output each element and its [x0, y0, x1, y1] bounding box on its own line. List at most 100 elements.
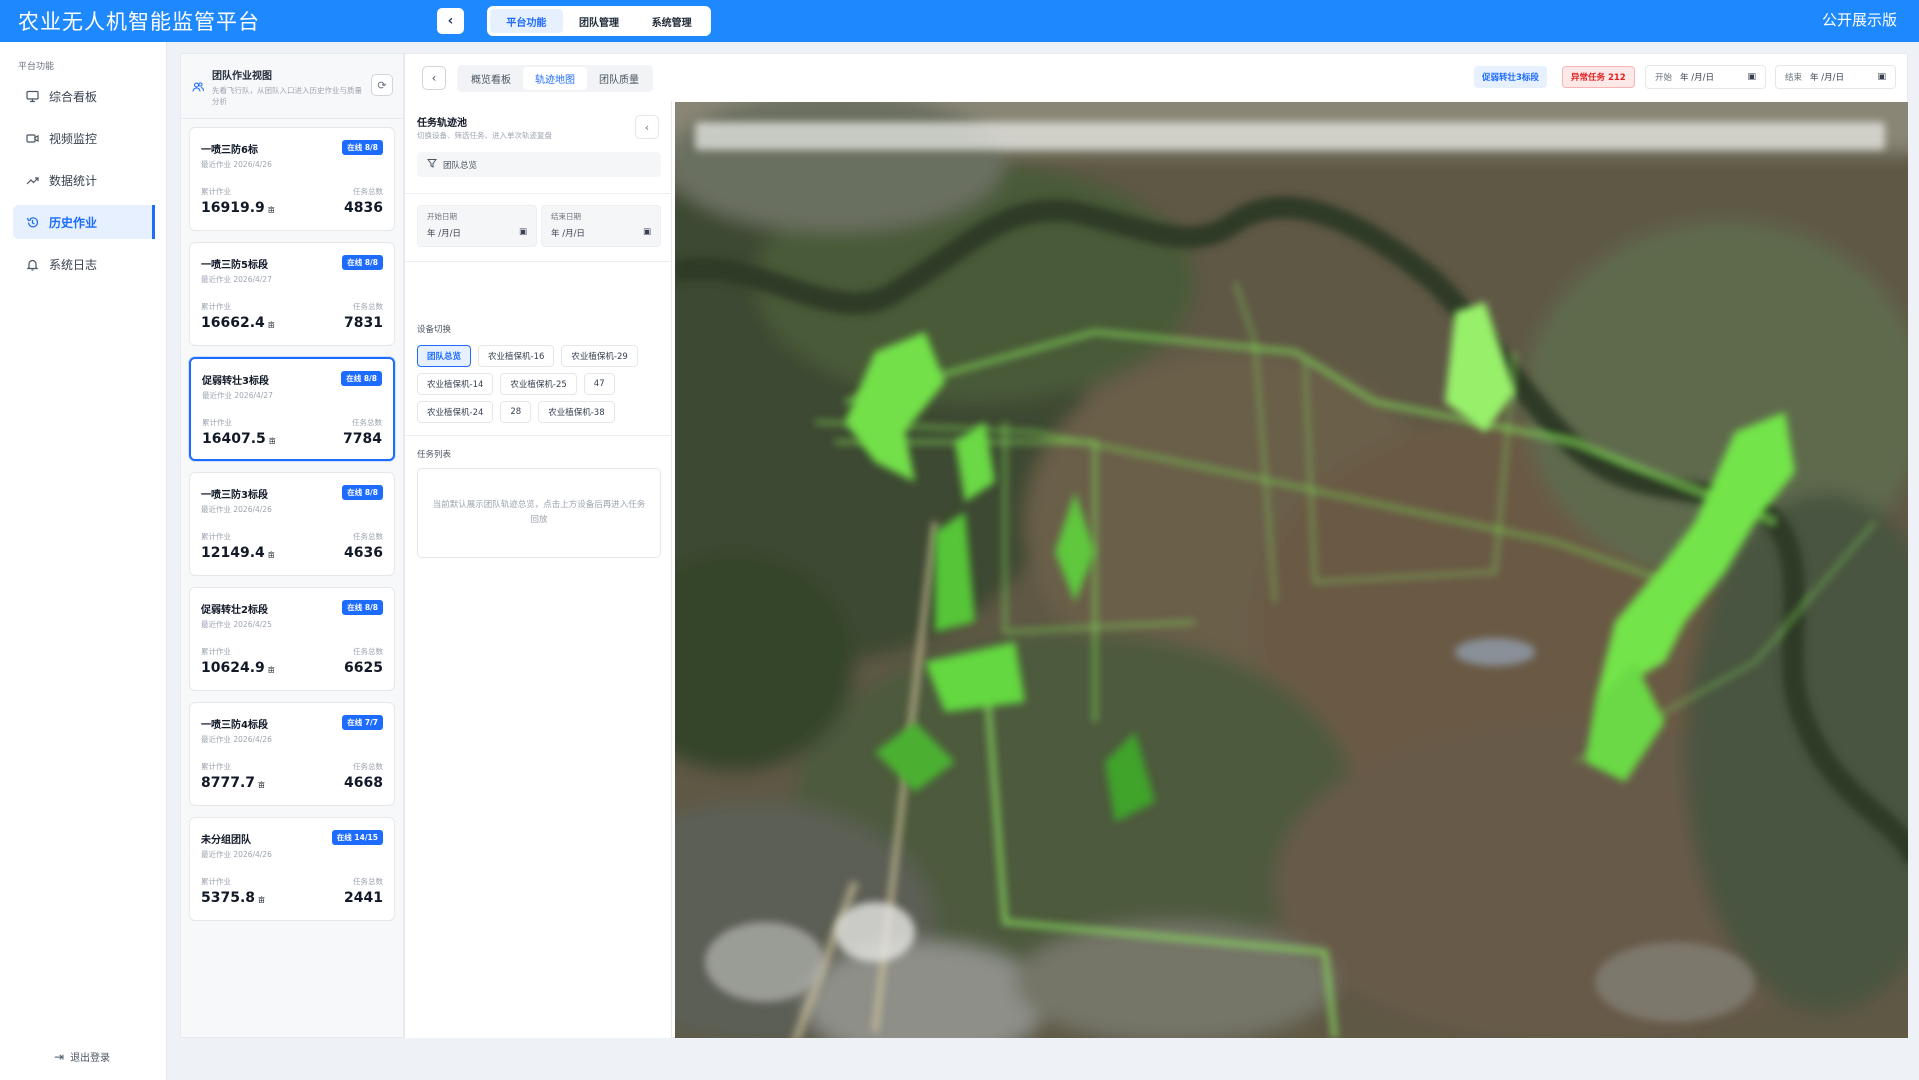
panel-back-button[interactable]: ‹	[422, 66, 446, 90]
accumulated-area-value: 8777.7	[201, 775, 256, 791]
team-card[interactable]: 一喷三防6标 最近作业 2026/4/26 在线 8/8 累计作业 任务总数 16919.…	[189, 127, 395, 231]
task-total-value: 7784	[343, 431, 382, 447]
tab-overview[interactable]: 概览看板	[459, 67, 523, 90]
track-map[interactable]	[675, 102, 1908, 1038]
sidebar-item-label: 系统日志	[49, 257, 98, 272]
team-card[interactable]: 未分组团队 最近作业 2026/4/26 在线 14/15 累计作业 任务总数 5375.…	[189, 817, 395, 921]
sidebar-item-statistics[interactable]: 数据统计	[13, 163, 155, 197]
end-date-label: 结束	[1785, 73, 1803, 83]
satellite-map-image	[675, 102, 1908, 1038]
filter-icon	[427, 158, 437, 171]
chevron-left-icon: ‹	[644, 120, 650, 134]
sidebar-item-label: 数据统计	[49, 173, 98, 188]
accumulated-area: 16407.5 亩	[202, 431, 276, 447]
online-badge: 在线 7/7	[342, 715, 383, 730]
divider	[405, 193, 672, 194]
end-date-input[interactable]: 结束 年 /月/日 ▣	[1775, 65, 1896, 89]
task-total-label: 任务总数	[353, 647, 383, 656]
device-chip[interactable]: 农业植保机-25	[500, 373, 577, 395]
device-chip[interactable]: 47	[583, 373, 615, 395]
task-total-value: 4668	[344, 775, 383, 791]
device-chip[interactable]: 团队总览	[417, 345, 472, 367]
calendar-icon: ▣	[518, 227, 527, 237]
track-pool-subtitle: 切换设备、筛选任务、进入单次轨迹复盘	[417, 131, 552, 140]
device-chip[interactable]: 农业植保机-14	[417, 373, 494, 395]
top-tab-system-management[interactable]: 系统管理	[635, 9, 708, 33]
task-total-label: 任务总数	[353, 877, 383, 886]
logout-button[interactable]: ⇥ 退出登录	[54, 1049, 111, 1065]
accumulated-area-value: 16407.5	[202, 431, 266, 447]
logout-label: 退出登录	[70, 1053, 111, 1064]
accumulated-label: 累计作业	[201, 877, 231, 886]
device-chip[interactable]: 农业植保机-29	[561, 345, 638, 367]
team-last-date: 最近作业 2026/4/27	[201, 275, 272, 284]
monitor-icon	[25, 89, 39, 103]
pool-end-date-label: 结束日期	[551, 212, 581, 221]
tab-team-quality[interactable]: 团队质量	[587, 67, 651, 90]
area-unit: 亩	[267, 206, 275, 214]
top-nav-tabs: 平台功能 团队管理 系统管理	[487, 6, 711, 36]
view-tabs: 概览看板 轨迹地图 团队质量	[457, 65, 653, 92]
task-total-value: 4636	[344, 545, 383, 561]
team-filter[interactable]: 团队总览	[417, 152, 661, 177]
header-back-button[interactable]: ‹	[437, 8, 464, 34]
collapse-pool-button[interactable]: ‹	[635, 115, 659, 139]
top-tab-team-management[interactable]: 团队管理	[563, 9, 636, 33]
logout-icon: ⇥	[54, 1049, 65, 1064]
online-badge: 在线 8/8	[342, 600, 383, 615]
team-card[interactable]: 一喷三防4标段 最近作业 2026/4/26 在线 7/7 累计作业 任务总数 8777.…	[189, 702, 395, 806]
team-card[interactable]: 一喷三防3标段 最近作业 2026/4/26 在线 8/8 累计作业 任务总数 12149…	[189, 472, 395, 576]
task-total-value: 2441	[344, 890, 383, 906]
sidebar-item-label: 综合看板	[49, 89, 98, 104]
accumulated-area-value: 12149.4	[201, 545, 265, 561]
sidebar-item-dashboard[interactable]: 综合看板	[13, 79, 155, 113]
task-list-empty-text: 当前默认展示团队轨迹总览，点击上方设备后再进入任务回放	[432, 500, 646, 525]
main-panel: ‹ 概览看板 轨迹地图 团队质量 促弱转壮3标段 异常任务 212 开始 年 /…	[404, 53, 1908, 1038]
sidebar-item-logs[interactable]: 系统日志	[13, 247, 155, 281]
task-total-label: 任务总数	[353, 187, 383, 196]
pool-start-date[interactable]: 开始日期 年 /月/日 ▣	[417, 205, 537, 247]
online-badge: 在线 8/8	[342, 140, 383, 155]
edition-label: 公开展示版	[1821, 11, 1897, 29]
refresh-button[interactable]: ⟳	[371, 74, 393, 96]
team-panel: 团队作业视图 先看飞行队，从团队入口进入历史作业与质量分析 ⟳ 一喷三防6标 最近…	[180, 53, 404, 1038]
area-unit: 亩	[258, 781, 266, 789]
device-chip[interactable]: 农业植保机-24	[417, 401, 494, 423]
team-panel-subtitle: 先看飞行队，从团队入口进入历史作业与质量分析	[212, 86, 362, 106]
top-tab-platform[interactable]: 平台功能	[490, 9, 563, 33]
top-bar: 农业无人机智能监管平台 ‹ 平台功能 团队管理 系统管理 公开展示版	[0, 0, 1919, 42]
device-chip[interactable]: 农业植保机-16	[478, 345, 555, 367]
task-total-value: 6625	[344, 660, 383, 676]
sidebar-item-video[interactable]: 视频监控	[13, 121, 155, 155]
sidebar-item-history[interactable]: 历史作业	[13, 205, 155, 239]
team-panel-header: 团队作业视图 先看飞行队，从团队入口进入历史作业与质量分析 ⟳	[181, 54, 403, 119]
team-filter-label: 团队总览	[443, 160, 478, 171]
accumulated-label: 累计作业	[201, 302, 231, 311]
start-date-label: 开始	[1655, 73, 1673, 83]
start-date-input[interactable]: 开始 年 /月/日 ▣	[1645, 65, 1766, 89]
task-list-empty: 当前默认展示团队轨迹总览，点击上方设备后再进入任务回放	[417, 468, 661, 558]
video-icon	[25, 131, 39, 145]
team-card[interactable]: 促弱转壮2标段 最近作业 2026/4/25 在线 8/8 累计作业 任务总数 10624…	[189, 587, 395, 691]
end-date-value: 年 /月/日	[1810, 73, 1844, 83]
device-chip[interactable]: 农业植保机-38	[538, 401, 615, 423]
pool-end-date[interactable]: 结束日期 年 /月/日 ▣	[541, 205, 661, 247]
team-card[interactable]: 促弱转壮3标段 最近作业 2026/4/27 在线 8/8 累计作业 任务总数 16407…	[189, 357, 395, 461]
divider	[405, 261, 672, 262]
team-last-date: 最近作业 2026/4/26	[201, 850, 272, 859]
device-section-label: 设备切换	[417, 325, 452, 335]
accumulated-area-value: 10624.9	[201, 660, 265, 676]
task-section-label: 任务列表	[417, 450, 452, 460]
trend-icon	[25, 173, 39, 187]
app-title: 农业无人机智能监管平台	[18, 10, 260, 34]
team-last-date: 最近作业 2026/4/27	[202, 391, 273, 400]
divider	[405, 435, 672, 436]
tab-track-map[interactable]: 轨迹地图	[523, 67, 587, 90]
track-pool-title: 任务轨迹池	[417, 118, 467, 129]
device-chip[interactable]: 28	[500, 401, 532, 423]
task-total-label: 任务总数	[352, 418, 382, 427]
accumulated-label: 累计作业	[201, 187, 231, 196]
team-card[interactable]: 一喷三防5标段 最近作业 2026/4/27 在线 8/8 累计作业 任务总数 16662…	[189, 242, 395, 346]
accumulated-label: 累计作业	[201, 647, 231, 656]
abnormal-tasks-chip[interactable]: 异常任务 212	[1562, 66, 1635, 88]
